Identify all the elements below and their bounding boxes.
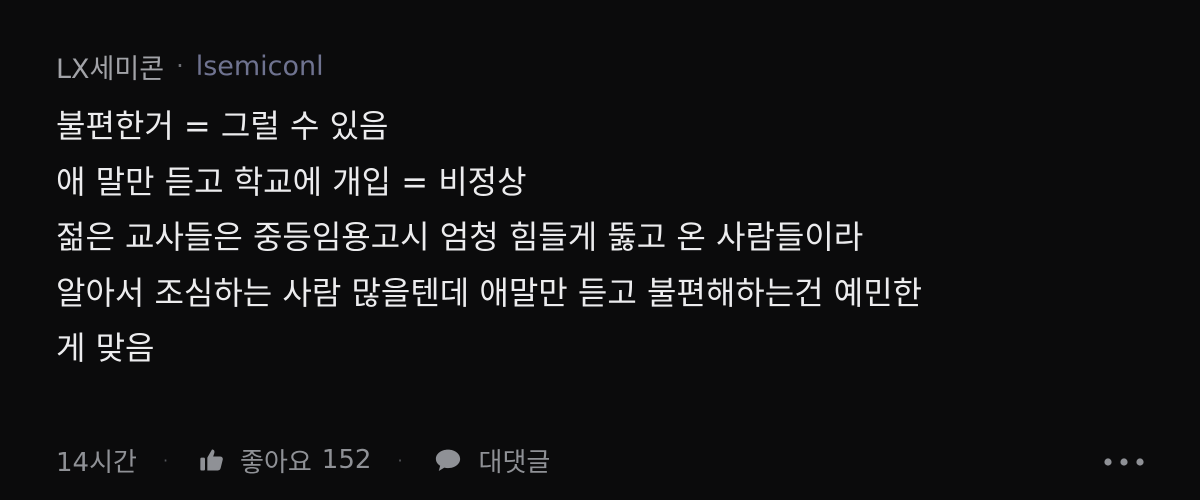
comment-line: 애 말만 듣고 학교에 개입 = 비정상: [56, 162, 527, 201]
comment-body: 불편한거 = 그럴 수 있음 애 말만 듣고 학교에 개입 = 비정상 젊은 교…: [56, 99, 1156, 377]
comment-header: LX세미콘 · lsemiconl: [56, 40, 1156, 92]
thumbs-up-icon: [198, 446, 226, 474]
comment: LX세미콘 · lsemiconl 불편한거 = 그럴 수 있음 애 말만 듣고…: [56, 40, 1156, 377]
comment-line: 게 맞음: [56, 329, 155, 367]
like-button[interactable]: 좋아요 152: [198, 442, 371, 479]
footer-separator: ·: [162, 450, 169, 470]
comment-line: 알아서 조심하는 사람 많을텐데 애말만 듣고 불편해하는건 예민한: [56, 273, 923, 312]
comment-line: 불편한거 = 그럴 수 있음: [56, 107, 389, 145]
header-separator: ·: [176, 52, 184, 80]
footer-separator: ·: [397, 450, 403, 470]
author-handle[interactable]: lsemiconl: [196, 51, 324, 82]
comment-footer: 14시간 · 좋아요 152 · 대댓글: [56, 440, 1146, 480]
like-label: 좋아요: [240, 447, 312, 478]
comment-line: 젊은 교사들은 중등임용고시 엄청 힘들게 뚫고 온 사람들이라: [56, 218, 864, 256]
author-name[interactable]: LX세미콘: [56, 47, 164, 86]
speech-bubble-icon: [433, 446, 463, 474]
reply-button[interactable]: 대댓글: [433, 442, 551, 479]
timestamp: 14시간: [56, 447, 137, 478]
more-options-button[interactable]: [1102, 440, 1146, 480]
reply-label: 대댓글: [478, 447, 551, 478]
more-dots-icon: [1102, 445, 1146, 475]
like-count: 152: [321, 445, 372, 475]
